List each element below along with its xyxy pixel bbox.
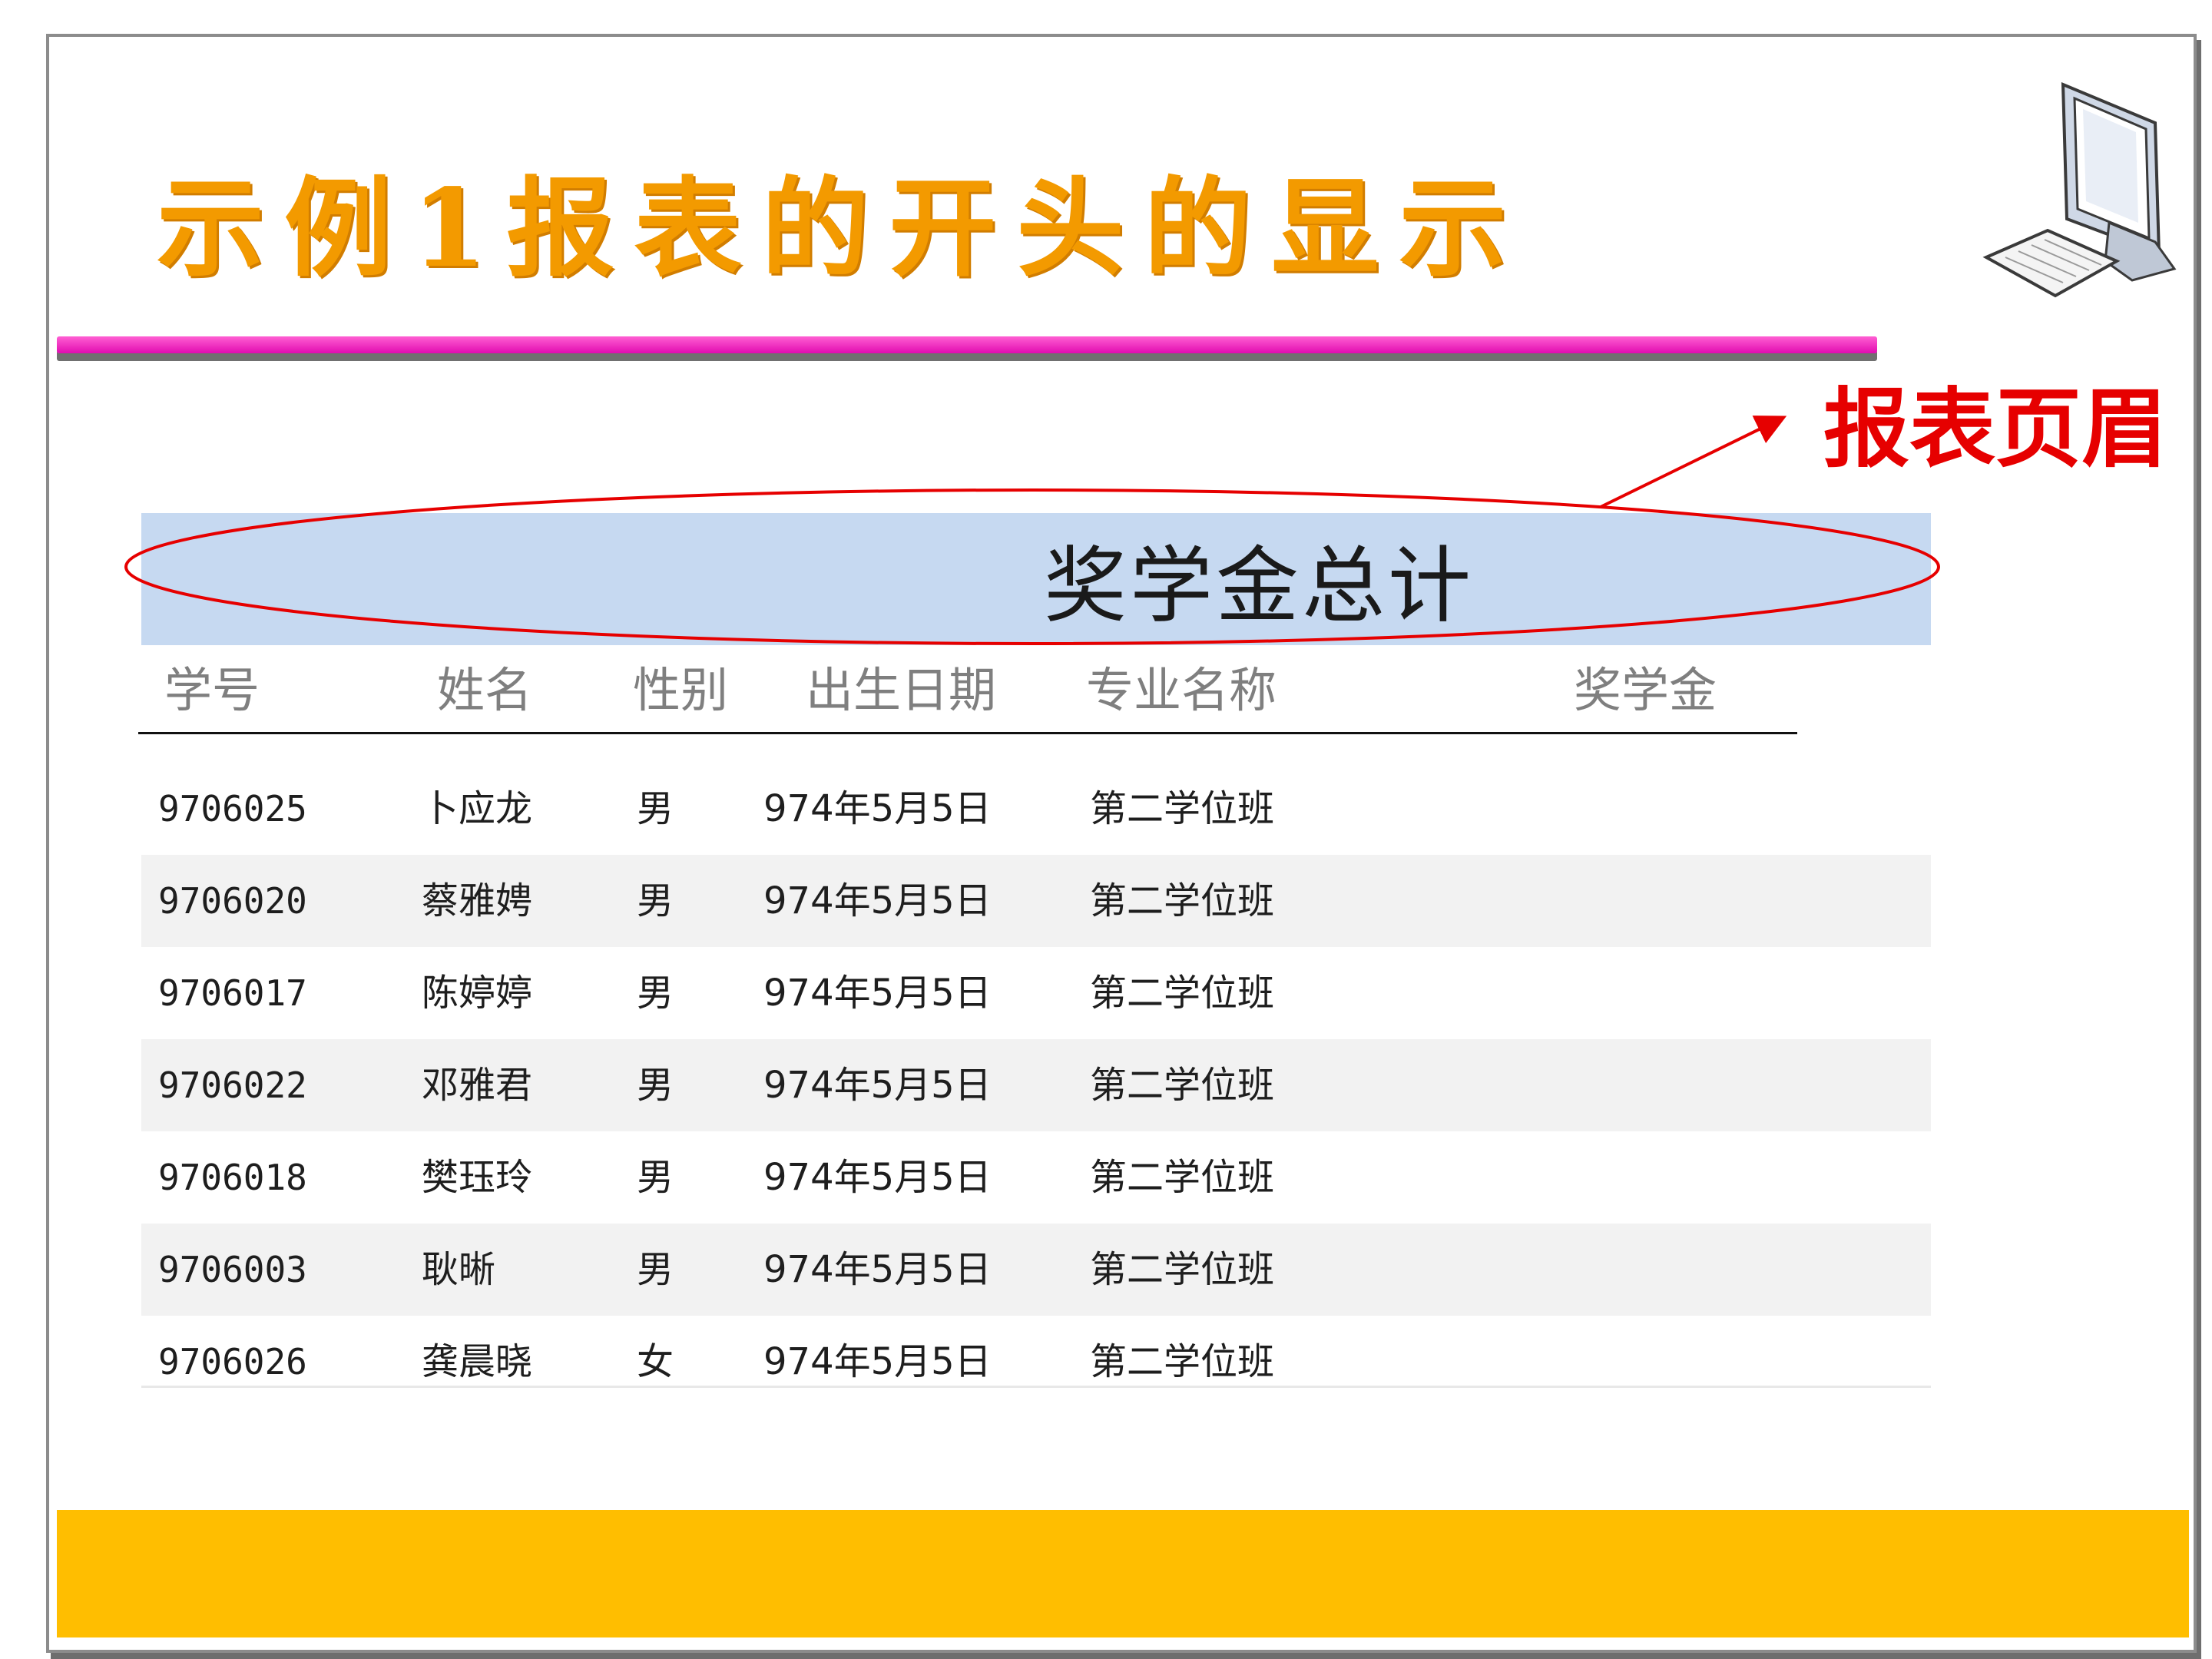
cell-student-id: 9706003 (158, 1249, 307, 1290)
slide: 示例1报表的开头的显示 奖学金总计 报表页眉 学号 姓名 性别 出生日期 专业名… (46, 34, 2197, 1653)
cell-gender: 男 (637, 972, 674, 1015)
cell-name: 蔡雅娉 (422, 879, 533, 922)
cell-name: 陈婷婷 (422, 972, 533, 1015)
cell-name: 邓雅君 (422, 1064, 533, 1107)
cell-birthdate: 974年5月5日 (763, 1248, 992, 1291)
slide-title: 示例1报表的开头的显示 (157, 166, 1527, 292)
cell-student-id: 9706025 (158, 788, 307, 830)
cell-name: 樊珏玲 (422, 1156, 533, 1199)
cell-student-id: 9706020 (158, 880, 307, 922)
column-header-student-id: 学号 (164, 662, 260, 718)
cell-name: 龚晨晓 (422, 1340, 533, 1383)
cell-major: 第二学位班 (1090, 879, 1275, 922)
table-row: 9706026 龚晨晓 女 974年5月5日 第二学位班 (141, 1316, 1931, 1408)
table-row: 9706003 耿晰 男 974年5月5日 第二学位班 (141, 1224, 1931, 1316)
column-header-name: 姓名 (437, 662, 533, 718)
cell-birthdate: 974年5月5日 (763, 1156, 992, 1199)
computer-icon (1982, 81, 2177, 298)
annotation-label: 报表页眉 (1823, 379, 2167, 479)
table-row: 9706025 卜应龙 男 974年5月5日 第二学位班 (141, 763, 1931, 855)
column-header-birthdate: 出生日期 (806, 662, 997, 718)
column-header-scholarship: 奖学金 (1574, 662, 1717, 718)
cell-birthdate: 974年5月5日 (763, 972, 992, 1015)
cell-gender: 男 (637, 879, 674, 922)
cell-name: 卜应龙 (422, 787, 533, 830)
cell-student-id: 9706026 (158, 1341, 307, 1382)
annotation-arrow (1600, 416, 1787, 508)
column-header-major: 专业名称 (1086, 662, 1277, 718)
cell-student-id: 9706022 (158, 1065, 307, 1106)
report-header-band: 奖学金总计 (141, 513, 1931, 645)
cell-birthdate: 974年5月5日 (763, 879, 992, 922)
cell-major: 第二学位班 (1090, 1064, 1275, 1107)
cell-gender: 女 (637, 1340, 674, 1383)
title-underline-bar (57, 336, 1877, 353)
table-bottom-divider (141, 1386, 1931, 1388)
cell-gender: 男 (637, 1248, 674, 1291)
cell-birthdate: 974年5月5日 (763, 787, 992, 830)
cell-name: 耿晰 (422, 1248, 496, 1291)
cell-birthdate: 974年5月5日 (763, 1064, 992, 1107)
cell-gender: 男 (637, 1156, 674, 1199)
cell-major: 第二学位班 (1090, 1340, 1275, 1383)
cell-birthdate: 974年5月5日 (763, 1340, 992, 1383)
cell-gender: 男 (637, 787, 674, 830)
footer-band (57, 1510, 2189, 1637)
cell-major: 第二学位班 (1090, 972, 1275, 1015)
cell-major: 第二学位班 (1090, 787, 1275, 830)
table-row: 9706020 蔡雅娉 男 974年5月5日 第二学位班 (141, 855, 1931, 947)
cell-student-id: 9706018 (158, 1157, 307, 1198)
table-row: 9706022 邓雅君 男 974年5月5日 第二学位班 (141, 1039, 1931, 1131)
report-title: 奖学金总计 (1043, 538, 1474, 634)
header-divider (138, 732, 1797, 734)
table-row: 9706018 樊珏玲 男 974年5月5日 第二学位班 (141, 1131, 1931, 1224)
cell-major: 第二学位班 (1090, 1248, 1275, 1291)
cell-gender: 男 (637, 1064, 674, 1107)
cell-student-id: 9706017 (158, 972, 307, 1014)
column-header-gender: 性别 (633, 662, 729, 718)
table-row: 9706017 陈婷婷 男 974年5月5日 第二学位班 (141, 947, 1931, 1039)
cell-major: 第二学位班 (1090, 1156, 1275, 1199)
